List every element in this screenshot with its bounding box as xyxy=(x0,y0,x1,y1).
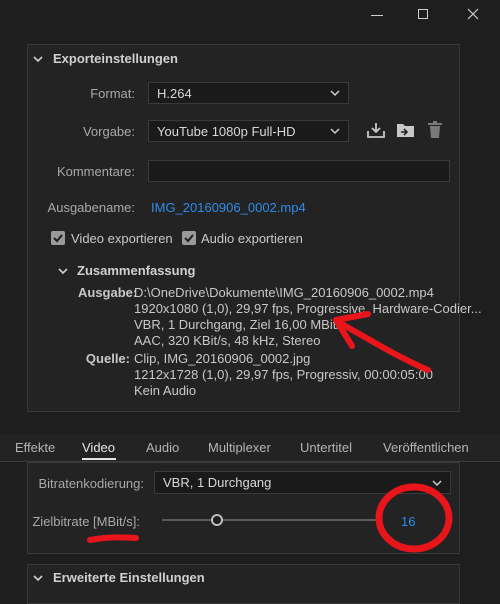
annotation-overlay xyxy=(87,311,453,553)
annotation-underline-icon xyxy=(87,534,139,543)
annotation-circle-icon xyxy=(375,483,453,553)
